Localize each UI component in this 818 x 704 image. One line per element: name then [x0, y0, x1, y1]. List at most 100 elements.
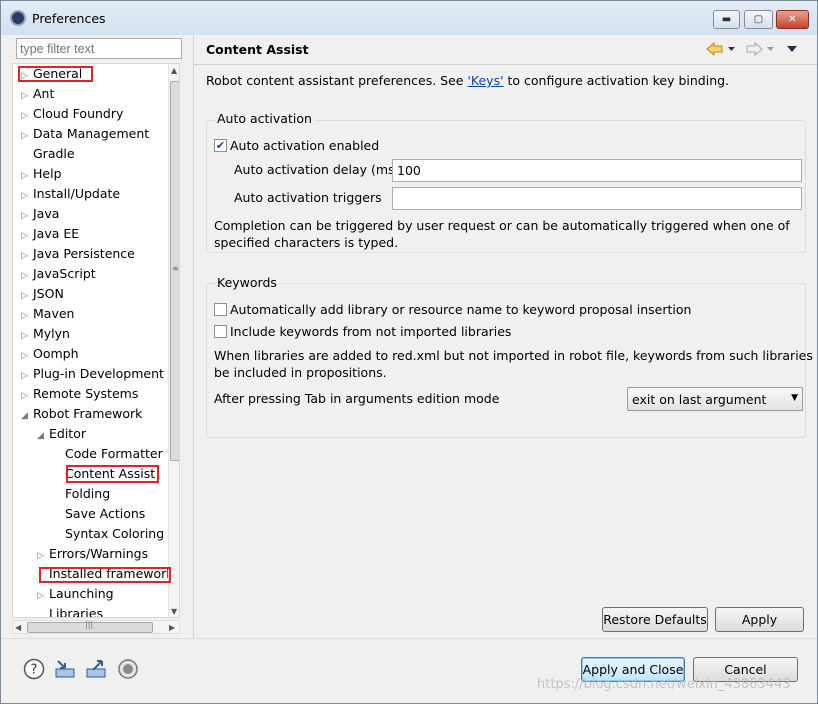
tree-item[interactable]: Libraries	[37, 604, 103, 617]
tree-horizontal-scrollbar[interactable]: ◀ ||| ▶	[12, 620, 180, 634]
auto-activation-enabled-label: Auto activation enabled	[230, 138, 380, 153]
tree-item-label: Mylyn	[33, 326, 70, 341]
filter-input[interactable]	[16, 38, 182, 59]
svg-text:?: ?	[31, 663, 38, 678]
grip-icon: ≡	[172, 264, 179, 273]
record-icon[interactable]	[117, 658, 139, 680]
tree-item[interactable]: ▷ Ant	[21, 84, 54, 104]
tree-item[interactable]: Folding	[53, 484, 110, 504]
tree-item[interactable]: ▷ JSON	[21, 284, 64, 304]
watermark: https://blog.csdn.net/weixin_43863443	[537, 677, 791, 692]
tree-item[interactable]: ▷ Mylyn	[21, 324, 70, 344]
tree-item-label: Maven	[33, 306, 75, 321]
nav-arrows-icon[interactable]	[704, 40, 804, 58]
tree-item[interactable]: Syntax Coloring	[53, 524, 164, 544]
scroll-left-arrow[interactable]: ◀	[15, 623, 21, 632]
tree-item-label: Launching	[49, 586, 114, 601]
tree-item[interactable]: ▷ Java EE	[21, 224, 79, 244]
tree-item[interactable]: ▷ Cloud Foundry	[21, 104, 123, 124]
expand-arrow-icon[interactable]: ▷	[21, 306, 33, 326]
triggers-input[interactable]	[392, 187, 802, 210]
tree-item-label: Syntax Coloring	[65, 526, 165, 541]
tree-item-label: Editor	[49, 426, 86, 441]
include-keywords-label: Include keywords from not imported libra…	[230, 324, 512, 339]
delay-label: Auto activation delay (ms)	[234, 162, 400, 177]
expand-arrow-icon[interactable]: ▷	[21, 166, 33, 186]
tree-item[interactable]: ▷ Java	[21, 204, 59, 224]
tree-item[interactable]: Save Actions	[53, 504, 145, 524]
tree-item[interactable]: ▷ Remote Systems	[21, 384, 138, 404]
tree-item[interactable]: ▷ Maven	[21, 304, 74, 324]
expand-arrow-icon[interactable]: ▷	[21, 326, 33, 346]
expand-arrow-icon[interactable]: ▷	[21, 246, 33, 266]
delay-input[interactable]: 100	[392, 159, 802, 182]
expand-arrow-icon[interactable]: ◢	[37, 426, 49, 446]
minimize-button[interactable]: ▬	[713, 10, 740, 29]
tree-item[interactable]: ▷ JavaScript	[21, 264, 96, 284]
expand-arrow-icon[interactable]: ▷	[21, 346, 33, 366]
tree-item[interactable]: ◢ Editor	[37, 424, 86, 444]
expand-arrow-icon[interactable]: ▷	[21, 106, 33, 126]
keys-link[interactable]: 'Keys'	[467, 73, 503, 88]
expand-arrow-icon[interactable]: ▷	[21, 126, 33, 146]
hgrip-icon: |||	[85, 620, 94, 629]
tree-item[interactable]: ▷ Plug-in Development	[21, 364, 164, 384]
maximize-button[interactable]: ▢	[744, 10, 773, 29]
auto-activation-checkbox[interactable]: ✔	[214, 139, 227, 152]
tree-item-label: Save Actions	[65, 506, 146, 521]
scroll-up-arrow[interactable]: ▲	[171, 66, 177, 75]
expand-arrow-icon[interactable]: ▷	[37, 586, 49, 606]
export-icon[interactable]	[85, 658, 107, 680]
close-button[interactable]: ✕	[776, 10, 809, 29]
restore-defaults-button[interactable]: Restore Defaults	[602, 607, 708, 632]
dialog-footer: ? Apply and Close Cancel	[1, 638, 817, 703]
tree-item[interactable]: ▷ Install/Update	[21, 184, 120, 204]
tree-item-label: Remote Systems	[33, 386, 139, 401]
highlight-box	[66, 465, 159, 483]
tab-mode-value: exit on last argument	[632, 392, 767, 407]
expand-arrow-icon[interactable]: ▷	[37, 546, 49, 566]
keywords-note-line1: When libraries are added to red.xml but …	[214, 348, 818, 363]
expand-arrow-icon[interactable]: ▷	[21, 366, 33, 386]
highlight-box	[39, 567, 171, 583]
tree-item[interactable]: ▷ Data Management	[21, 124, 149, 144]
tree-item-label: Install/Update	[33, 186, 121, 201]
expand-arrow-icon[interactable]: ▷	[21, 266, 33, 286]
tree-item[interactable]: ▷ Errors/Warnings	[37, 544, 148, 564]
expand-arrow-icon[interactable]: ▷	[21, 86, 33, 106]
tree-item-label: Cloud Foundry	[33, 106, 124, 121]
tree-item[interactable]: Gradle	[21, 144, 75, 164]
tree-item-label: Java EE	[33, 226, 80, 241]
tree-vertical-scrollbar[interactable]: ▲ ≡ ▼	[168, 64, 179, 617]
desc-text: Robot content assistant preferences. See	[206, 73, 468, 88]
title-bar[interactable]: Preferences ▬ ▢ ✕	[1, 1, 817, 35]
help-icon[interactable]: ?	[23, 658, 45, 680]
tree-item[interactable]: ▷ Launching	[37, 584, 114, 604]
import-icon[interactable]	[54, 658, 76, 680]
expand-arrow-icon[interactable]: ◢	[21, 406, 33, 426]
tab-mode-select[interactable]: exit on last argument ▼	[627, 387, 803, 411]
auto-add-library-checkbox[interactable]	[214, 303, 227, 316]
tree-item[interactable]: ▷ Oomph	[21, 344, 79, 364]
tree-item[interactable]: ▷ Help	[21, 164, 62, 184]
tree-item[interactable]: ▷ Java Persistence	[21, 244, 135, 264]
expand-arrow-icon[interactable]: ▷	[21, 286, 33, 306]
chevron-down-icon: ▼	[791, 393, 798, 403]
apply-button[interactable]: Apply	[715, 607, 804, 632]
expand-arrow-icon[interactable]: ▷	[21, 226, 33, 246]
auto-note-line1: Completion can be triggered by user requ…	[214, 218, 790, 233]
expand-arrow-icon[interactable]: ▷	[21, 206, 33, 226]
expand-arrow-icon[interactable]: ▷	[21, 386, 33, 406]
preference-tree: ▷ General ▷ Ant ▷ Cloud Foundry ▷ Data Manageme…	[12, 63, 180, 618]
tree-item[interactable]: ◢ Robot Framework	[21, 404, 142, 424]
expand-arrow-icon[interactable]: ▷	[21, 186, 33, 206]
triggers-label: Auto activation triggers	[234, 190, 382, 205]
tree-item[interactable]: Code Formatter	[53, 444, 163, 464]
scroll-right-arrow[interactable]: ▶	[169, 623, 175, 632]
scroll-down-arrow[interactable]: ▼	[171, 607, 177, 616]
tree-item-label: Code Formatter	[65, 446, 163, 461]
tree-item-label: Java Persistence	[33, 246, 135, 261]
include-keywords-checkbox[interactable]	[214, 325, 227, 338]
tree-item-label: Gradle	[33, 146, 75, 161]
eclipse-icon	[10, 10, 26, 26]
